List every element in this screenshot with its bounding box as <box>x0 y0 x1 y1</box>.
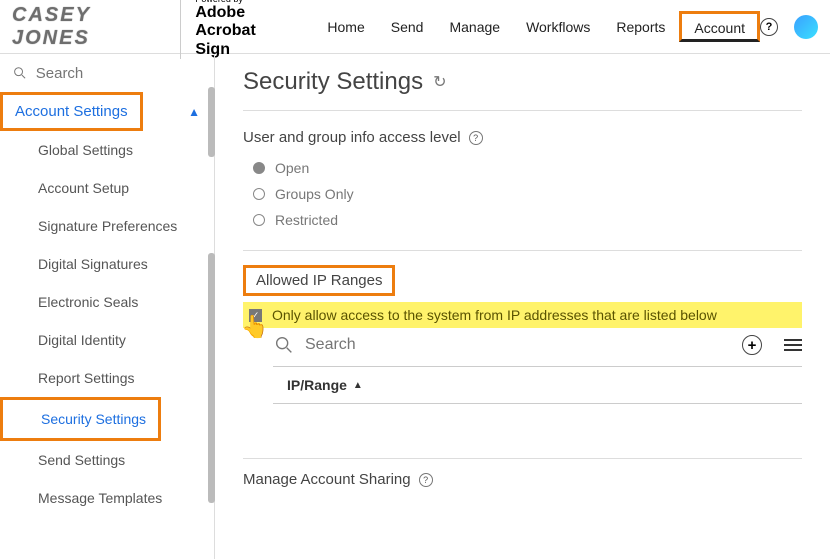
top-nav: Home Send Manage Workflows Reports Accou… <box>315 11 760 42</box>
nav-workflows[interactable]: Workflows <box>514 13 602 41</box>
sidebar-item-send-settings[interactable]: Send Settings <box>0 441 214 479</box>
radio-open[interactable]: Open <box>253 160 802 176</box>
help-icon[interactable]: ? <box>760 18 778 36</box>
sidebar-panel-account-settings[interactable]: Account Settings <box>0 92 143 131</box>
powered-by-block: Powered by Adobe Acrobat Sign <box>180 0 285 59</box>
nav-reports[interactable]: Reports <box>604 13 677 41</box>
radio-open-label: Open <box>275 160 309 176</box>
sidebar-item-message-templates[interactable]: Message Templates <box>0 479 214 517</box>
sidebar-item-electronic-seals[interactable]: Electronic Seals <box>0 283 214 321</box>
help-icon[interactable]: ? <box>469 131 483 145</box>
search-icon <box>273 334 295 356</box>
section-manage-account-sharing-label: Manage Account Sharing <box>243 471 411 488</box>
nav-manage[interactable]: Manage <box>437 13 512 41</box>
sort-asc-icon: ▲ <box>353 380 363 391</box>
sidebar: Account Settings ▲ Global Settings Accou… <box>0 54 215 559</box>
avatar[interactable] <box>794 15 818 39</box>
sidebar-search-input[interactable] <box>36 65 202 82</box>
checkbox-allow-ip-label: Only allow access to the system from IP … <box>272 307 717 323</box>
sidebar-item-account-setup[interactable]: Account Setup <box>0 169 214 207</box>
nav-home[interactable]: Home <box>315 13 376 41</box>
section-user-group-access-label: User and group info access level <box>243 129 461 146</box>
sidebar-item-digital-signatures[interactable]: Digital Signatures <box>0 245 214 283</box>
radio-restricted[interactable]: Restricted <box>253 212 802 228</box>
refresh-icon[interactable]: ↻ <box>433 72 446 92</box>
radio-groups-only[interactable]: Groups Only <box>253 186 802 202</box>
sidebar-item-digital-identity[interactable]: Digital Identity <box>0 321 214 359</box>
radio-dot-icon <box>253 162 265 174</box>
ip-search-input[interactable] <box>305 336 732 354</box>
brand-adobe: Adobe <box>195 4 285 22</box>
scrollbar-thumb[interactable] <box>208 253 215 503</box>
section-allowed-ip-ranges-label: Allowed IP Ranges <box>243 265 395 296</box>
radio-restricted-label: Restricted <box>275 212 338 228</box>
sidebar-item-report-settings[interactable]: Report Settings <box>0 359 214 397</box>
help-icon[interactable]: ? <box>419 473 433 487</box>
page-title: Security Settings <box>243 68 423 96</box>
radio-groups-label: Groups Only <box>275 186 354 202</box>
nav-account[interactable]: Account <box>679 11 760 42</box>
nav-send[interactable]: Send <box>379 13 436 41</box>
main-content: Security Settings ↻ User and group info … <box>215 54 830 559</box>
radio-dot-icon <box>253 188 265 200</box>
table-header-ip-range[interactable]: IP/Range <box>287 377 347 393</box>
menu-icon[interactable] <box>784 339 802 351</box>
sidebar-item-global-settings[interactable]: Global Settings <box>0 131 214 169</box>
radio-dot-icon <box>253 214 265 226</box>
sidebar-item-signature-preferences[interactable]: Signature Preferences <box>0 207 214 245</box>
sidebar-item-security-settings[interactable]: Security Settings <box>0 397 161 441</box>
search-icon <box>12 64 28 82</box>
cursor-pointer-icon: 👆 <box>241 314 268 340</box>
add-ip-button[interactable]: + <box>742 335 762 355</box>
brand-logo-text: CASEY JONES <box>12 4 180 50</box>
